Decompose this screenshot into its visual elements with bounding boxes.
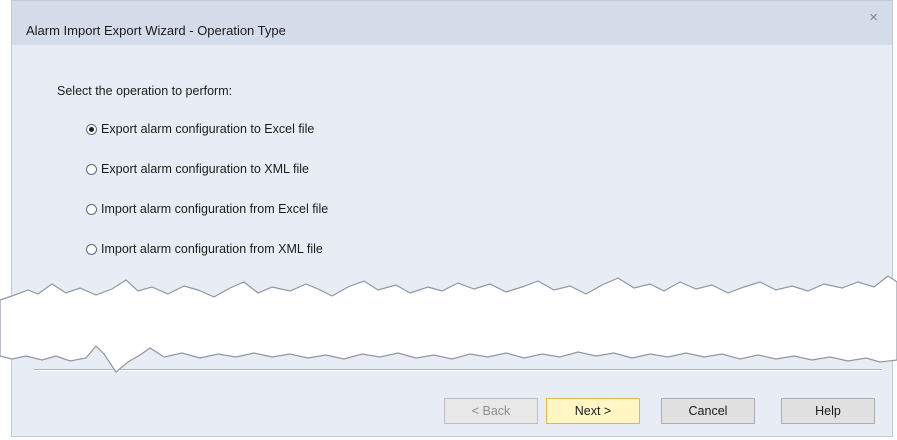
- option-label: Export alarm configuration to Excel file: [101, 122, 315, 136]
- option-label: Import alarm configuration from XML file: [101, 242, 323, 256]
- close-icon[interactable]: ×: [869, 10, 878, 25]
- title-bar[interactable]: Alarm Import Export Wizard - Operation T…: [12, 1, 892, 45]
- radio-export-xml[interactable]: [86, 163, 97, 175]
- back-button[interactable]: < Back: [444, 398, 538, 424]
- option-label: Import alarm configuration from Excel fi…: [101, 202, 329, 216]
- option-label: Export alarm configuration to XML file: [101, 162, 309, 176]
- operation-prompt: Select the operation to perform:: [57, 84, 233, 98]
- next-button[interactable]: Next >: [546, 398, 640, 424]
- option-import-excel[interactable]: Import alarm configuration from Excel fi…: [86, 200, 328, 218]
- radio-import-xml[interactable]: [86, 243, 97, 255]
- window-title: Alarm Import Export Wizard - Operation T…: [26, 23, 286, 38]
- torn-edge-gap: [0, 275, 897, 373]
- cancel-button[interactable]: Cancel: [661, 398, 755, 424]
- option-import-xml[interactable]: Import alarm configuration from XML file: [86, 240, 323, 258]
- option-export-xml[interactable]: Export alarm configuration to XML file: [86, 160, 309, 178]
- help-button[interactable]: Help: [781, 398, 875, 424]
- radio-export-excel[interactable]: [86, 123, 97, 135]
- option-export-excel[interactable]: Export alarm configuration to Excel file: [86, 120, 314, 138]
- radio-import-excel[interactable]: [86, 203, 97, 215]
